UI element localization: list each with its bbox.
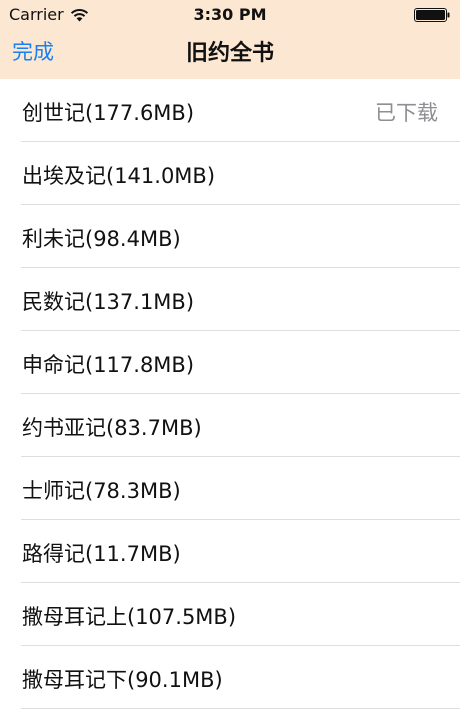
- header: Carrier 3:30 PM 完成 旧约全书: [0, 0, 460, 79]
- book-label: 士师记(78.3MB): [22, 479, 181, 503]
- book-label: 路得记(11.7MB): [22, 542, 181, 566]
- battery-icon: [414, 8, 450, 22]
- status-bar: Carrier 3:30 PM: [0, 0, 460, 30]
- book-label: 申命记(117.8MB): [22, 353, 195, 377]
- book-label: 创世记(177.6MB): [22, 101, 195, 125]
- book-row-ruth[interactable]: 路得记(11.7MB): [0, 520, 460, 583]
- book-label: 民数记(137.1MB): [22, 290, 195, 314]
- book-row-judges[interactable]: 士师记(78.3MB): [0, 457, 460, 520]
- book-label: 利未记(98.4MB): [22, 227, 181, 251]
- book-label: 撒母耳记上(107.5MB): [22, 605, 237, 629]
- book-row-exodus[interactable]: 出埃及记(141.0MB): [0, 142, 460, 205]
- book-row-joshua[interactable]: 约书亚记(83.7MB): [0, 394, 460, 457]
- book-row-deuteronomy[interactable]: 申命记(117.8MB): [0, 331, 460, 394]
- book-list: 创世记(177.6MB) 已下载 出埃及记(141.0MB) 利未记(98.4M…: [0, 79, 460, 709]
- download-status: 已下载: [375, 101, 438, 125]
- book-row-genesis[interactable]: 创世记(177.6MB) 已下载: [0, 79, 460, 142]
- book-row-leviticus[interactable]: 利未记(98.4MB): [0, 205, 460, 268]
- page-title: 旧约全书: [185, 41, 274, 66]
- book-row-numbers[interactable]: 民数记(137.1MB): [0, 268, 460, 331]
- book-row-1-samuel[interactable]: 撒母耳记上(107.5MB): [0, 583, 460, 646]
- status-time: 3:30 PM: [193, 5, 267, 24]
- book-row-2-samuel[interactable]: 撒母耳记下(90.1MB): [0, 646, 460, 709]
- book-label: 约书亚记(83.7MB): [22, 416, 202, 440]
- book-label: 出埃及记(141.0MB): [22, 164, 216, 188]
- nav-bar: 完成 旧约全书: [0, 30, 460, 79]
